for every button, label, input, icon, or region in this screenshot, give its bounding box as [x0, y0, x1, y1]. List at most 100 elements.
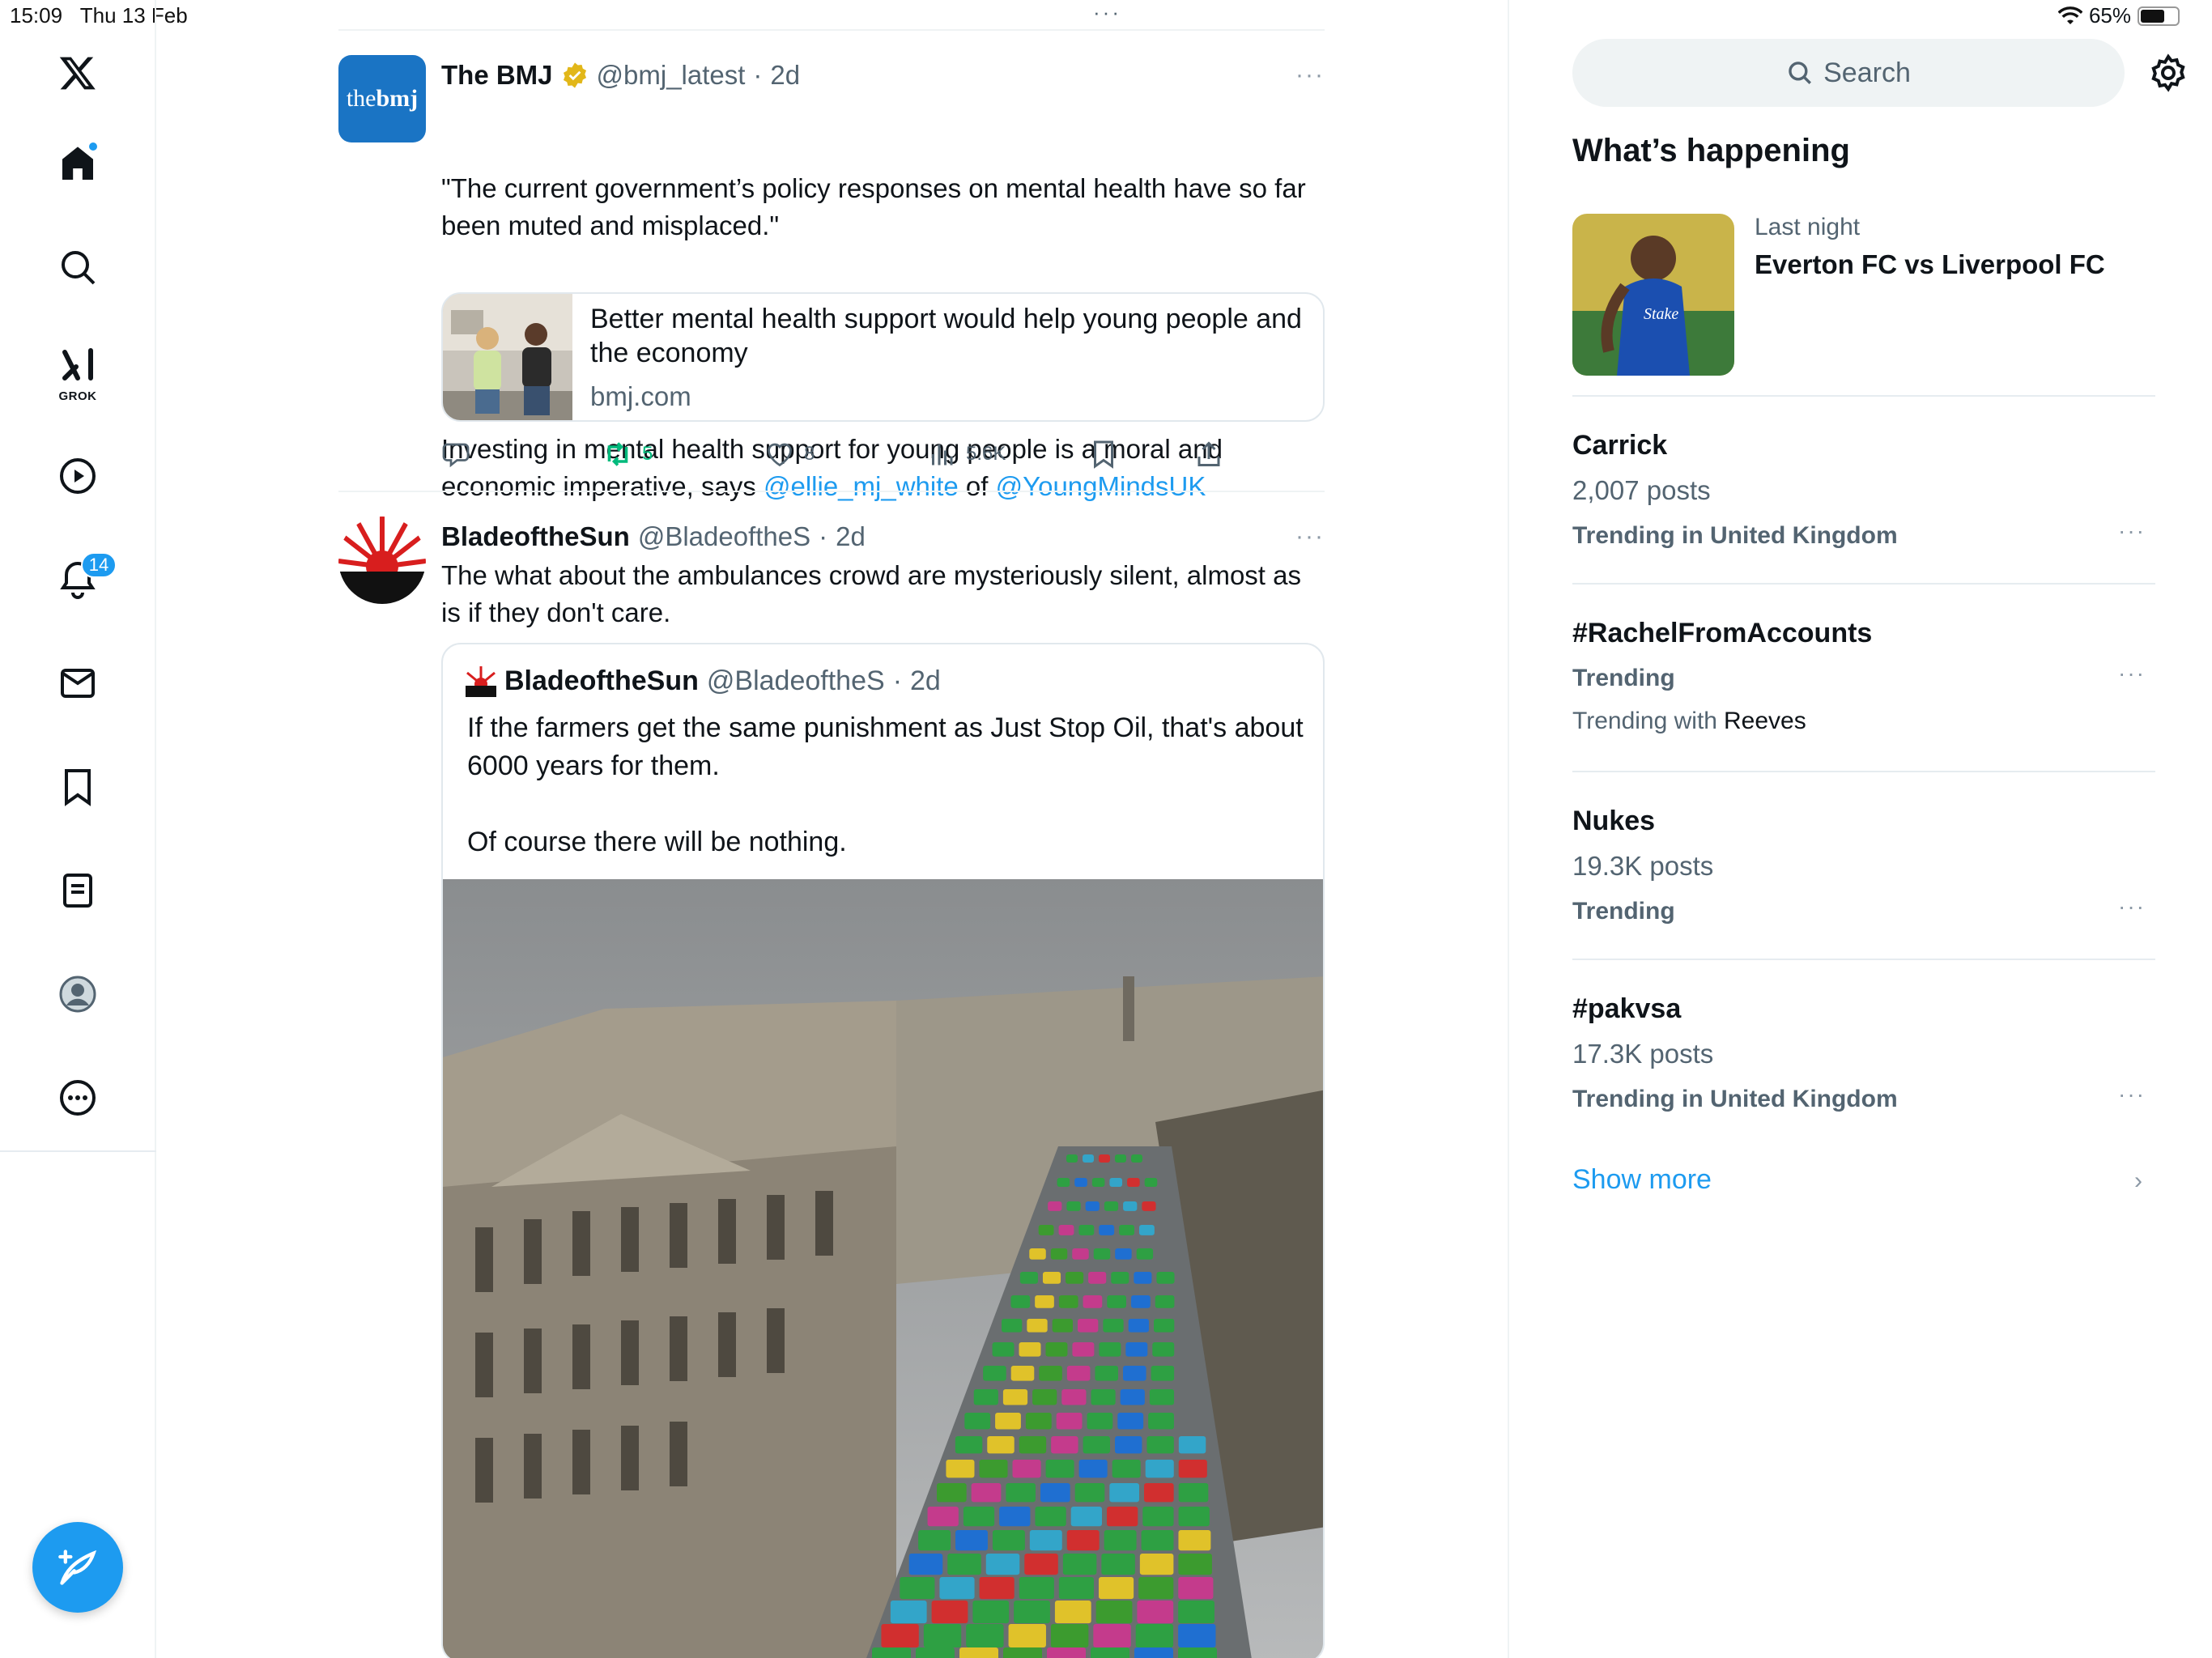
tractor-shape — [1107, 1295, 1126, 1308]
tractor-shape — [947, 1554, 981, 1575]
more-icon[interactable] — [45, 1065, 110, 1130]
trend-posts: 17.3K posts — [1572, 1039, 1714, 1069]
trend-title: #RachelFromAccounts — [1572, 617, 1873, 648]
tweet-header: The BMJ @bmj_latest · 2d — [441, 55, 1325, 96]
tractor-shape — [1120, 1389, 1145, 1405]
tractor-shape — [999, 1507, 1031, 1527]
tractor-shape — [1115, 1436, 1142, 1454]
views-button[interactable]: 5.6K — [927, 440, 1006, 469]
profile-icon[interactable] — [45, 962, 110, 1027]
video-icon[interactable] — [45, 444, 110, 508]
tweet-more-button[interactable]: ··· — [1295, 523, 1325, 551]
tractor-shape — [1003, 1647, 1042, 1658]
trend-event[interactable]: Stake Last night Everton FC vs Liverpool… — [1572, 214, 2155, 376]
avatar[interactable] — [338, 517, 426, 604]
trend-meta: Trending — [1572, 665, 1675, 691]
tractor-shape — [1038, 1225, 1054, 1235]
bookmark-button[interactable] — [1089, 440, 1118, 469]
messages-icon[interactable] — [45, 651, 110, 716]
avatar[interactable]: thebmj — [338, 55, 426, 142]
tractor-shape — [1134, 1272, 1152, 1284]
trend-item[interactable]: Nukes 19.3K posts Trending ··· — [1572, 798, 2155, 934]
previous-more-dots[interactable]: ··· — [1093, 0, 1121, 25]
gear-icon[interactable] — [2149, 53, 2188, 92]
tractor-shape — [1083, 1436, 1110, 1454]
quote-avatar — [466, 665, 496, 697]
notifications-badge: 14 — [81, 552, 117, 578]
tractor-shape — [916, 1647, 955, 1658]
tractor-shape — [1178, 1483, 1209, 1503]
x-logo-icon[interactable] — [45, 40, 110, 105]
tractor-shape — [1029, 1248, 1046, 1260]
tractor-shape — [1178, 1507, 1210, 1527]
left-nav: GROK 14 — [0, 0, 156, 1658]
trend-with-value[interactable]: Reeves — [1724, 708, 1806, 735]
tractor-shape — [1078, 1460, 1108, 1478]
tractor-shape — [1131, 1154, 1142, 1163]
link-card[interactable]: Better mental health support would help … — [441, 292, 1325, 422]
author-handle[interactable]: @bmj_latest — [597, 60, 746, 91]
tractor-shape — [881, 1624, 919, 1648]
author-handle[interactable]: @BladeoftheS — [638, 521, 810, 552]
trend-separator — [1572, 959, 2155, 960]
tractor-shape — [927, 1507, 959, 1527]
tractor-shape — [1149, 1389, 1175, 1405]
quote-text: If the farmers get the same punishment a… — [467, 712, 1304, 857]
trend-more-button[interactable]: ··· — [2118, 518, 2146, 544]
tractor-shape — [1035, 1507, 1066, 1527]
card-title: Better mental health support would help … — [590, 304, 1302, 368]
quoted-tweet[interactable]: BladeoftheSun @BladeoftheS · 2d If the f… — [441, 643, 1325, 1658]
trend-separator — [1572, 771, 2155, 772]
show-more-link[interactable]: Show more — [1572, 1164, 1712, 1196]
tractor-shape — [1085, 1201, 1100, 1211]
grok-icon[interactable]: GROK — [45, 338, 110, 403]
tractor-shape — [918, 1530, 951, 1551]
trend-separator — [1572, 395, 2155, 397]
trend-title: Nukes — [1572, 805, 1656, 836]
tractor-shape — [1152, 1342, 1175, 1357]
like-button[interactable]: 8 — [765, 440, 815, 469]
lists-icon[interactable] — [45, 858, 110, 923]
notifications-icon[interactable]: 14 — [45, 547, 117, 612]
tweet-more-button[interactable]: ··· — [1295, 62, 1325, 89]
tractor-shape — [1019, 1436, 1047, 1454]
bmj-logo: thebmj — [346, 85, 419, 112]
trend-more-button[interactable]: ··· — [2118, 1082, 2146, 1107]
tractor-shape — [966, 1624, 1004, 1648]
tractor-shape — [1074, 1483, 1105, 1503]
mention-link[interactable]: @ellie_mj_white — [764, 471, 959, 501]
search-icon — [1789, 62, 1812, 84]
tractor-protest-photo[interactable] — [443, 879, 1325, 1658]
mention-link[interactable]: @YoungMindsUK — [996, 471, 1206, 501]
search-icon[interactable] — [45, 235, 110, 300]
tractor-shape — [1074, 1178, 1087, 1187]
tractor-shape — [1144, 1178, 1158, 1187]
tractor-shape — [1142, 1507, 1174, 1527]
tractor-shape — [979, 1577, 1015, 1600]
home-icon[interactable] — [45, 131, 110, 196]
trend-more-button[interactable]: ··· — [2118, 894, 2146, 920]
bookmarks-icon[interactable] — [45, 755, 110, 819]
compose-button[interactable] — [32, 1522, 123, 1613]
repost-button[interactable]: 5 — [603, 440, 653, 469]
trend-item[interactable]: #RachelFromAccounts Trending Trending wi… — [1572, 610, 2155, 742]
trend-item[interactable]: Carrick 2,007 posts Trending in United K… — [1572, 423, 2155, 559]
tractor-shape — [985, 1554, 1020, 1575]
tractor-shape — [1099, 1577, 1134, 1600]
tractor-shape — [1029, 1530, 1062, 1551]
tractor-shape — [1112, 1460, 1141, 1478]
tweet-time[interactable]: 2d — [770, 60, 800, 91]
rising-sun-avatar — [338, 517, 426, 604]
tractor-shape — [1104, 1201, 1119, 1211]
tractor-shape — [1178, 1436, 1206, 1454]
author-name[interactable]: The BMJ — [441, 60, 553, 91]
tweet-time[interactable]: 2d — [836, 521, 866, 552]
author-name[interactable]: BladeoftheSun — [441, 521, 630, 552]
reply-button[interactable] — [441, 440, 470, 469]
tractor-shape — [955, 1530, 988, 1551]
trend-more-button[interactable]: ··· — [2118, 661, 2146, 687]
tractor-shape — [1135, 1624, 1174, 1648]
search-bar[interactable]: Search — [1572, 39, 2125, 107]
trend-item[interactable]: #pakvsa 17.3K posts Trending in United K… — [1572, 986, 2155, 1122]
share-button[interactable] — [1194, 440, 1223, 469]
